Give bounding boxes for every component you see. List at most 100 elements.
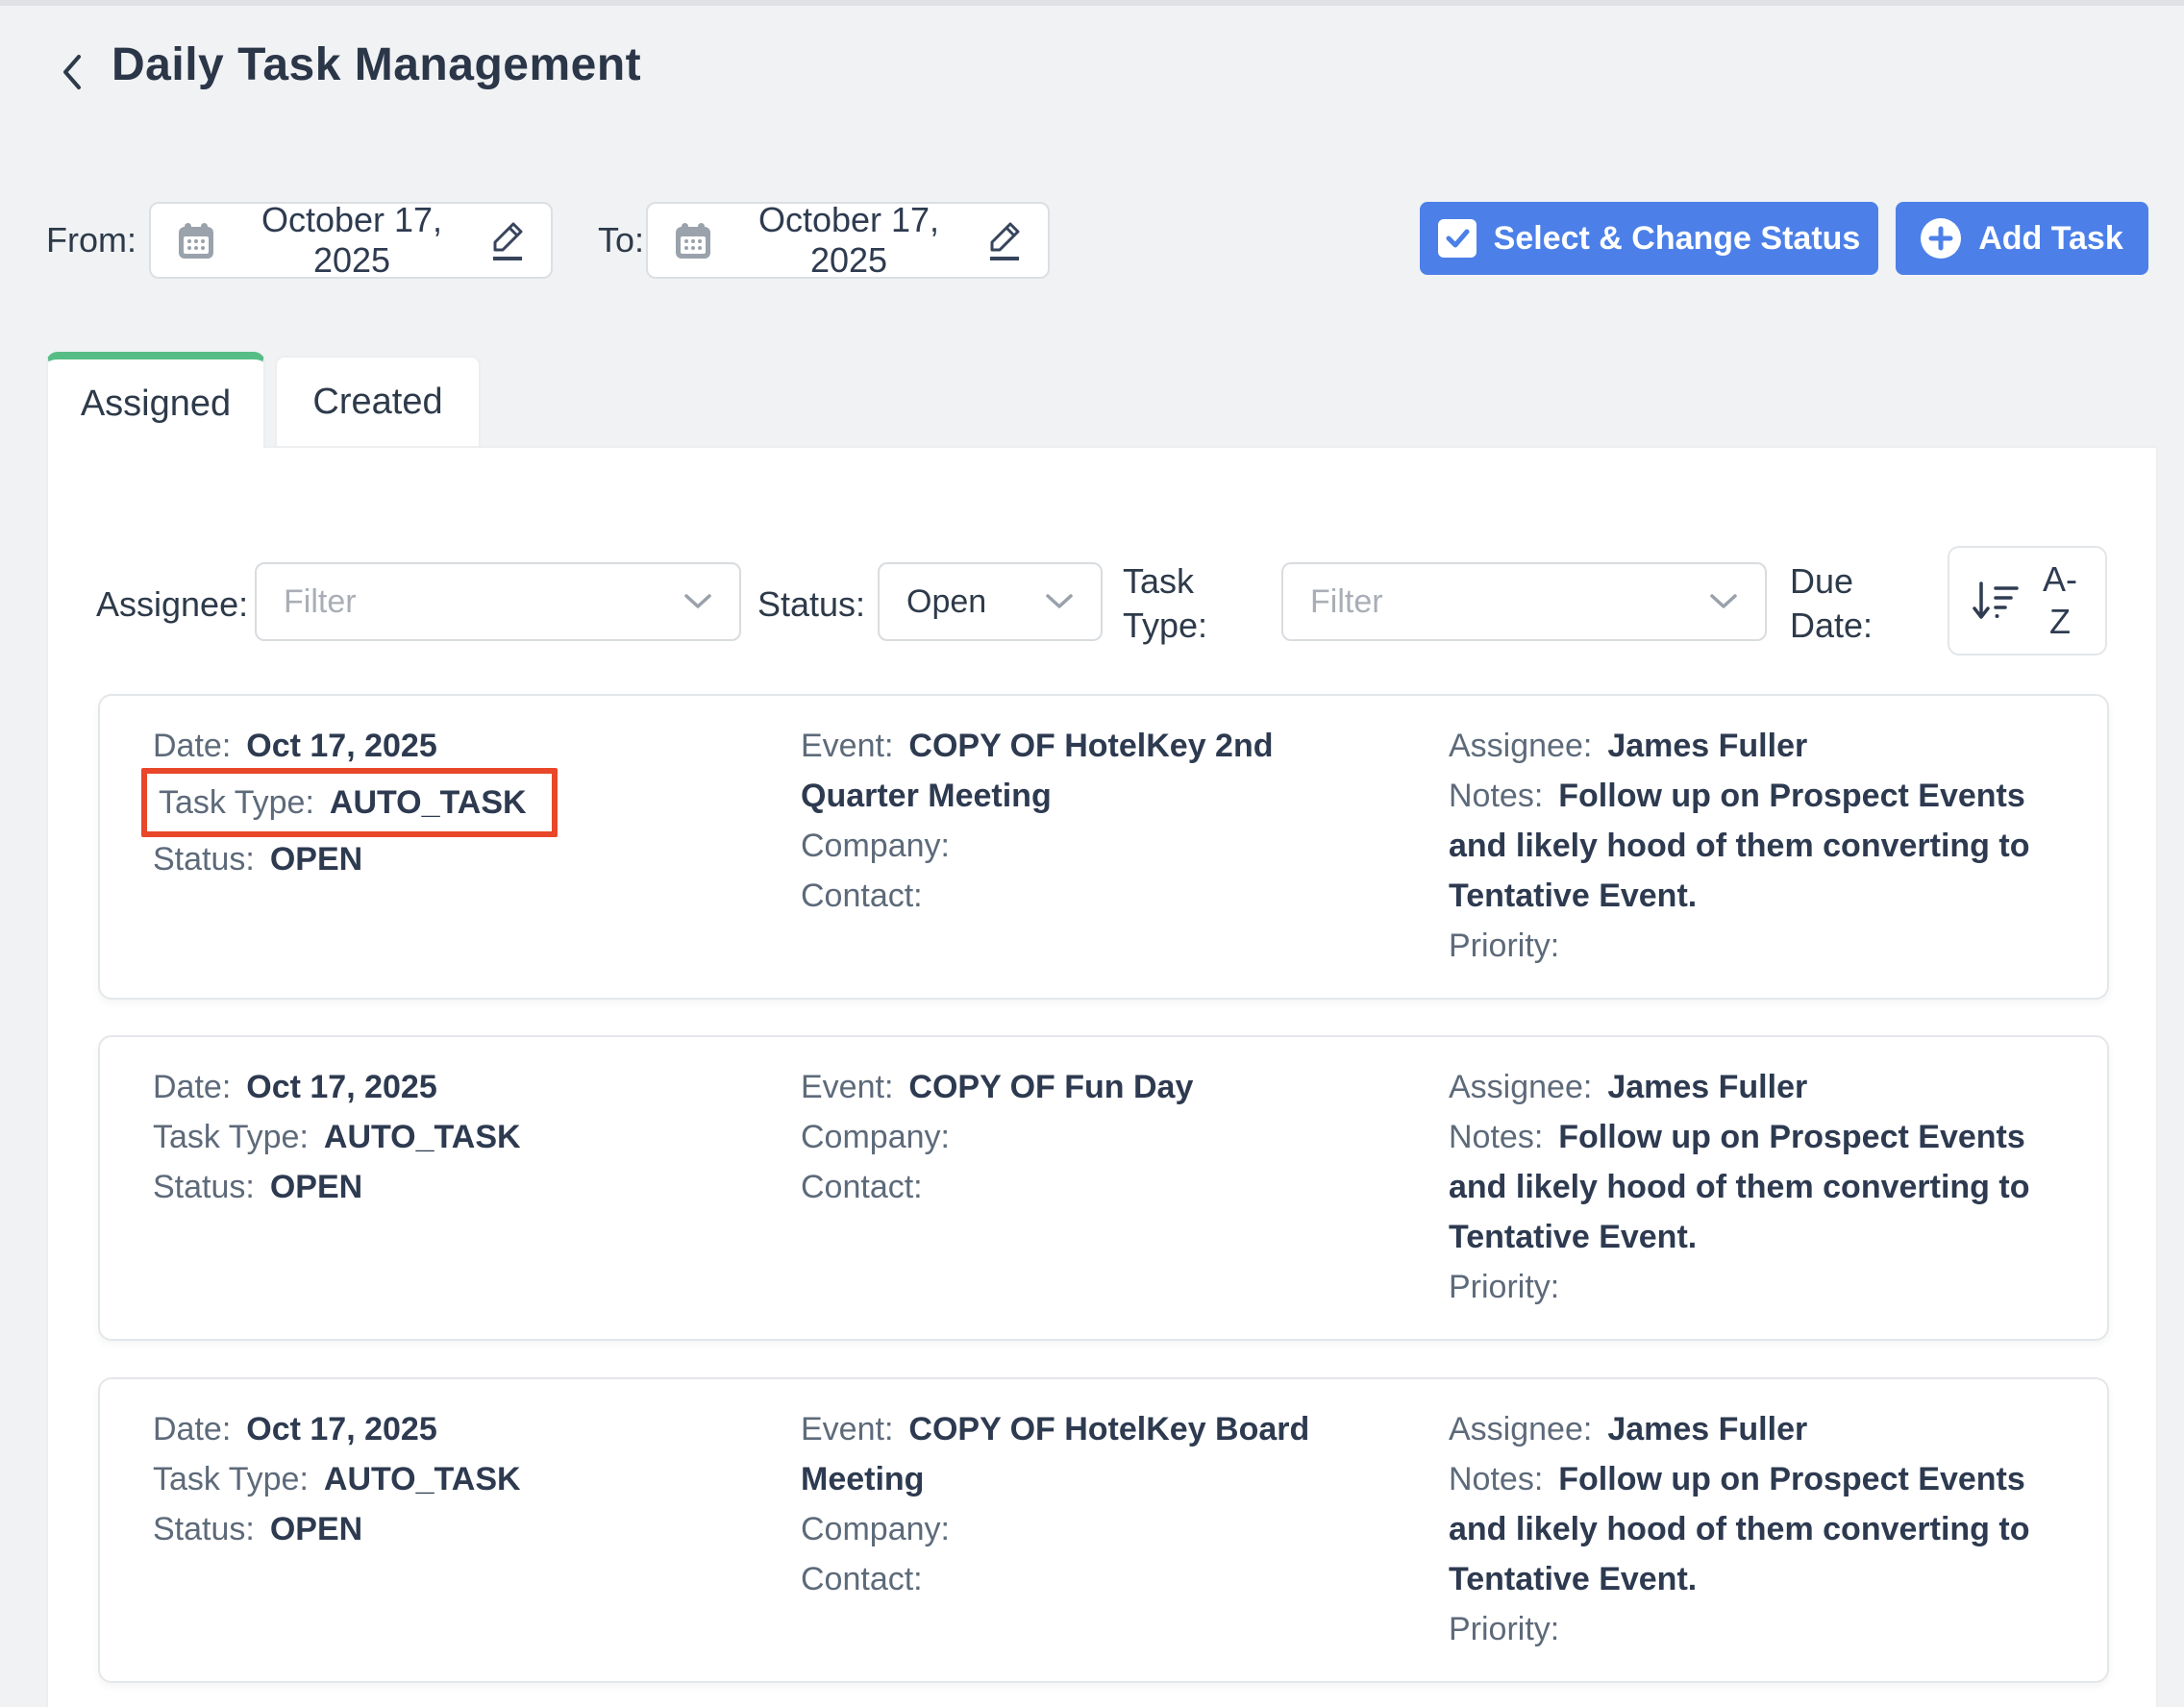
date-value: Oct 17, 2025: [246, 1069, 436, 1105]
priority-line: Priority:: [1449, 921, 2064, 971]
tab-created-label: Created: [312, 382, 442, 423]
task-card[interactable]: Date:Oct 17, 2025 Task Type: AUTO_TASK St…: [98, 1377, 2109, 1683]
sort-descending-icon: [1969, 576, 2023, 626]
due-date-sort-button[interactable]: A-Z: [1948, 546, 2107, 656]
contact-label: Contact:: [801, 878, 923, 914]
date-line: Date: Oct 17, 2025: [153, 1062, 691, 1112]
contact-line: Contact:: [801, 871, 1339, 921]
back-button[interactable]: [50, 50, 94, 94]
notes-line: Notes:Follow up on Prospect Events and l…: [1449, 1112, 2064, 1262]
assignee-label: Assignee:: [1449, 1411, 1592, 1447]
to-date-value: October 17, 2025: [715, 200, 982, 281]
task-type-value: AUTO_TASK: [324, 1119, 521, 1155]
to-label: To:: [598, 220, 644, 260]
company-line: Company:: [801, 1504, 1339, 1554]
edit-pencil-icon[interactable]: [485, 217, 528, 263]
event-line: Event:COPY OF HotelKey 2nd Quarter Meeti…: [801, 721, 1339, 821]
status-filter-label: Status:: [757, 584, 865, 625]
task-card-middle-column: Event:COPY OF Fun Day Company: Contact:: [801, 1062, 1339, 1312]
task-type-filter-placeholder: Filter: [1310, 583, 1383, 621]
assignee-value: James Fuller: [1607, 1411, 1807, 1447]
notes-label: Notes:: [1449, 1119, 1543, 1155]
task-card-left-column: Date:Oct 17, 2025 Task Type: AUTO_TASK St…: [153, 721, 691, 971]
assignee-line: Assignee: James Fuller: [1449, 721, 2064, 771]
sort-az-label: A-Z: [2034, 558, 2086, 643]
task-card-right-column: Assignee: James Fuller Notes:Follow up on…: [1449, 1404, 2064, 1654]
calendar-icon: [671, 218, 715, 262]
chevron-down-icon: [1045, 593, 1074, 610]
assignee-value: James Fuller: [1607, 728, 1807, 764]
tab-assigned-label: Assigned: [81, 383, 231, 425]
task-card[interactable]: Date:Oct 17, 2025 Task Type: AUTO_TASK St…: [98, 694, 2109, 1000]
task-type-label: Task Type:: [153, 1461, 309, 1497]
task-type-filter-label: Task Type:: [1123, 559, 1248, 648]
priority-label: Priority:: [1449, 1269, 1559, 1305]
company-label: Company:: [801, 1119, 950, 1155]
status-label: Status:: [153, 1511, 255, 1547]
date-line: Date:Oct 17, 2025: [153, 721, 691, 771]
status-value: OPEN: [270, 1511, 362, 1547]
assignee-filter-dropdown[interactable]: Filter: [255, 562, 741, 641]
calendar-icon: [174, 218, 218, 262]
status-line: Status:OPEN: [153, 834, 691, 884]
top-scrollbar-strip: [0, 0, 2184, 6]
task-card-right-column: Assignee: James Fuller Notes:Follow up on…: [1449, 1062, 2064, 1312]
event-line: Event:COPY OF HotelKey Board Meeting: [801, 1404, 1339, 1504]
daily-task-management-page: Daily Task Management From: October 17, …: [0, 0, 2184, 1707]
priority-line: Priority:: [1449, 1604, 2064, 1654]
task-type-label: Task Type:: [153, 1119, 309, 1155]
add-task-button[interactable]: Add Task: [1896, 202, 2148, 275]
assignee-label: Assignee:: [1449, 1069, 1592, 1105]
event-label: Event:: [801, 1069, 893, 1105]
assignee-value: James Fuller: [1607, 1069, 1807, 1105]
status-filter-value: Open: [906, 583, 986, 621]
tab-assigned[interactable]: Assigned: [46, 352, 265, 448]
task-type-label: Task Type:: [159, 784, 314, 821]
status-label: Status:: [153, 841, 255, 878]
task-card[interactable]: Date: Oct 17, 2025 Task Type: AUTO_TASK St…: [98, 1035, 2109, 1341]
assignee-line: Assignee: James Fuller: [1449, 1062, 2064, 1112]
chevron-down-icon: [1709, 593, 1738, 610]
assignee-line: Assignee: James Fuller: [1449, 1404, 2064, 1454]
priority-line: Priority:: [1449, 1262, 2064, 1312]
notes-line: Notes:Follow up on Prospect Events and l…: [1449, 771, 2064, 921]
task-type-value: AUTO_TASK: [330, 784, 527, 821]
select-change-status-button[interactable]: Select & Change Status: [1420, 202, 1878, 275]
notes-label: Notes:: [1449, 1461, 1543, 1497]
status-label: Status:: [153, 1169, 255, 1205]
edit-pencil-icon[interactable]: [982, 217, 1025, 263]
contact-label: Contact:: [801, 1169, 923, 1205]
assignee-filter-label: Assignee:: [96, 584, 248, 625]
task-type-value: AUTO_TASK: [324, 1461, 521, 1497]
chevron-left-icon: [56, 50, 88, 94]
status-filter-dropdown[interactable]: Open: [878, 562, 1103, 641]
notes-line: Notes:Follow up on Prospect Events and l…: [1449, 1454, 2064, 1604]
tab-created[interactable]: Created: [275, 356, 481, 446]
task-card-middle-column: Event:COPY OF HotelKey 2nd Quarter Meeti…: [801, 721, 1339, 971]
date-label: Date:: [153, 1069, 231, 1105]
status-value: OPEN: [270, 1169, 362, 1205]
plus-circle-icon: [1921, 218, 1961, 259]
contact-line: Contact:: [801, 1162, 1339, 1212]
contact-line: Contact:: [801, 1554, 1339, 1604]
assignee-label: Assignee:: [1449, 728, 1592, 764]
contact-label: Contact:: [801, 1561, 923, 1597]
from-date-picker[interactable]: October 17, 2025: [149, 202, 553, 279]
event-label: Event:: [801, 1411, 893, 1447]
status-line: Status: OPEN: [153, 1504, 691, 1554]
date-label: Date:: [153, 1411, 231, 1447]
status-line: Status: OPEN: [153, 1162, 691, 1212]
to-date-picker[interactable]: October 17, 2025: [646, 202, 1050, 279]
task-card-middle-column: Event:COPY OF HotelKey Board Meeting Com…: [801, 1404, 1339, 1654]
from-label: From:: [46, 220, 136, 260]
chevron-down-icon: [683, 593, 712, 610]
notes-label: Notes:: [1449, 778, 1543, 814]
task-type-line: Task Type: AUTO_TASK: [153, 1112, 691, 1162]
event-label: Event:: [801, 728, 893, 764]
date-line: Date:Oct 17, 2025: [153, 1404, 691, 1454]
company-label: Company:: [801, 828, 950, 864]
task-card-left-column: Date:Oct 17, 2025 Task Type: AUTO_TASK St…: [153, 1404, 691, 1654]
task-type-line: Task Type: AUTO_TASK: [153, 1454, 691, 1504]
priority-label: Priority:: [1449, 1611, 1559, 1647]
task-type-filter-dropdown[interactable]: Filter: [1281, 562, 1767, 641]
